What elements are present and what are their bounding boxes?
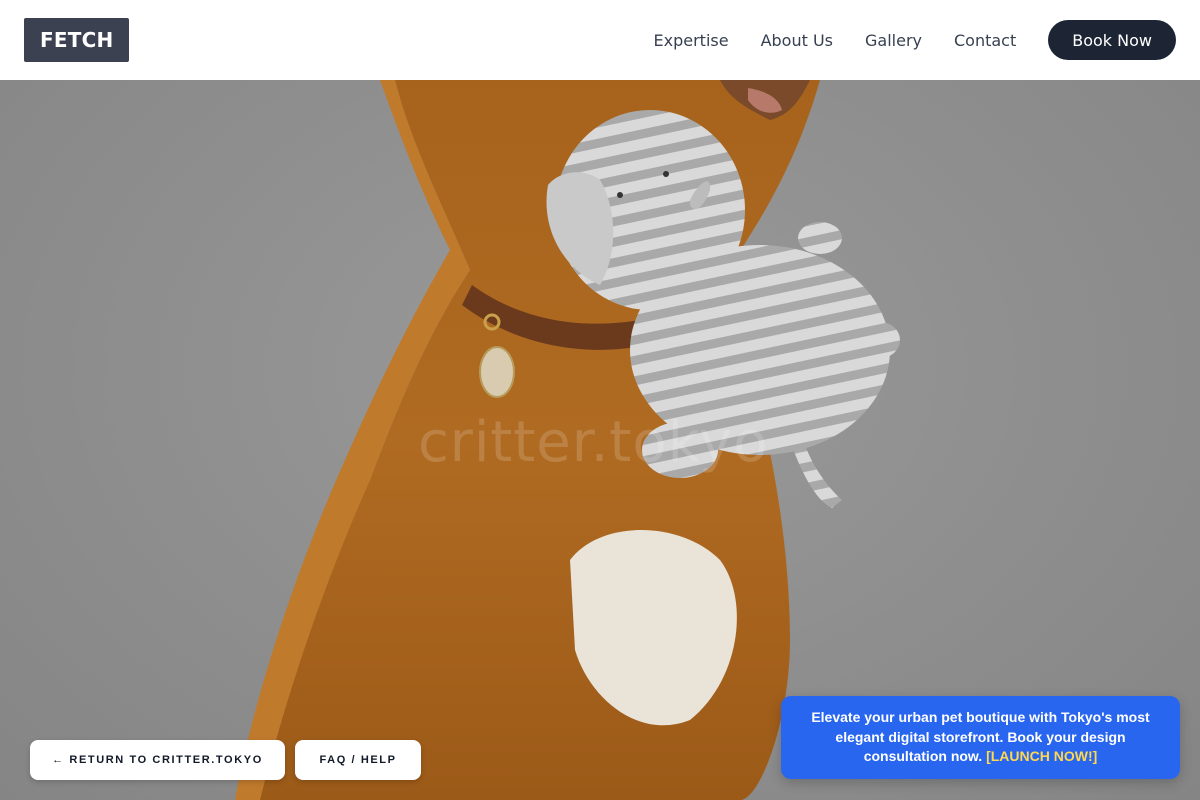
book-now-button[interactable]: Book Now: [1048, 20, 1176, 60]
return-to-critter-button[interactable]: ← RETURN TO CRITTER.TOKYO: [30, 740, 285, 780]
nav-link-about-us[interactable]: About Us: [761, 31, 833, 50]
faq-help-button[interactable]: FAQ / HELP: [295, 740, 421, 780]
watermark-text: critter.tokyo: [418, 410, 769, 475]
brand-logo[interactable]: FETCH: [24, 18, 130, 62]
hero-section: critter.tokyo: [0, 80, 1200, 800]
site-header: FETCH Expertise About Us Gallery Contact…: [0, 0, 1200, 80]
nav-link-contact[interactable]: Contact: [954, 31, 1016, 50]
nav-link-gallery[interactable]: Gallery: [865, 31, 922, 50]
promo-banner: Elevate your urban pet boutique with Tok…: [781, 696, 1180, 779]
nav-link-expertise[interactable]: Expertise: [654, 31, 729, 50]
main-nav: Expertise About Us Gallery Contact: [654, 31, 1017, 50]
promo-text: Elevate your urban pet boutique with Tok…: [811, 709, 1150, 764]
launch-now-link[interactable]: [LAUNCH NOW!]: [986, 748, 1097, 764]
